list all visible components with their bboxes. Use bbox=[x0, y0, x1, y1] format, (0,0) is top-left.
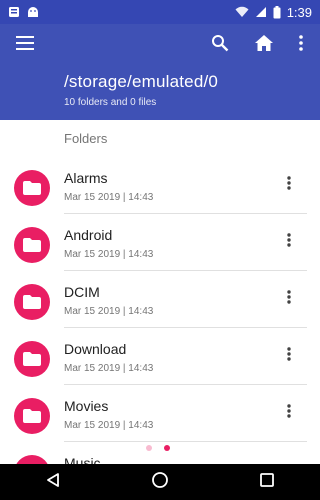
row-more-button[interactable] bbox=[278, 174, 300, 196]
folder-row[interactable]: Download Mar 15 2019 | 14:43 bbox=[0, 328, 320, 385]
folder-row[interactable]: Alarms Mar 15 2019 | 14:43 bbox=[0, 157, 320, 214]
folder-icon bbox=[14, 398, 50, 434]
section-header-folders: Folders bbox=[64, 131, 108, 146]
row-more-button[interactable] bbox=[278, 402, 300, 424]
folder-date: Mar 15 2019 | 14:43 bbox=[64, 420, 154, 431]
more-vert-icon bbox=[287, 232, 291, 252]
system-nav-bar bbox=[0, 464, 320, 500]
overflow-menu-button[interactable] bbox=[286, 30, 316, 60]
folder-name: Alarms bbox=[64, 170, 108, 186]
row-more-button[interactable] bbox=[278, 345, 300, 367]
status-left bbox=[8, 6, 40, 18]
search-button[interactable] bbox=[205, 30, 235, 60]
row-more-button[interactable] bbox=[278, 288, 300, 310]
wifi-icon bbox=[235, 6, 249, 18]
back-icon bbox=[45, 472, 61, 493]
notification-icon bbox=[8, 6, 20, 18]
folder-name: Movies bbox=[64, 398, 109, 414]
more-vert-icon bbox=[287, 403, 291, 423]
folder-row[interactable]: Android Mar 15 2019 | 14:43 bbox=[0, 214, 320, 271]
app-bar: /storage/emulated/0 10 folders and 0 fil… bbox=[0, 24, 320, 120]
more-vert-icon bbox=[299, 34, 303, 56]
folder-name: Download bbox=[64, 341, 127, 357]
folder-date: Mar 15 2019 | 14:43 bbox=[64, 363, 154, 374]
back-button[interactable] bbox=[33, 464, 73, 500]
page-dot-inactive[interactable] bbox=[146, 445, 152, 451]
more-vert-icon bbox=[287, 346, 291, 366]
page-dot-active[interactable] bbox=[164, 445, 170, 451]
status-bar: 1:39 bbox=[0, 0, 320, 24]
status-time: 1:39 bbox=[286, 4, 312, 20]
folder-icon bbox=[14, 341, 50, 377]
folder-date: Mar 15 2019 | 14:43 bbox=[64, 192, 154, 203]
home-nav-button[interactable] bbox=[140, 464, 180, 500]
home-circle-icon bbox=[151, 471, 169, 494]
search-icon bbox=[211, 34, 229, 57]
signal-icon bbox=[255, 6, 267, 18]
android-icon bbox=[26, 6, 40, 18]
folder-row[interactable]: Movies Mar 15 2019 | 14:43 bbox=[0, 385, 320, 442]
battery-icon bbox=[273, 5, 281, 19]
folder-date: Mar 15 2019 | 14:43 bbox=[64, 249, 154, 260]
home-icon bbox=[255, 34, 273, 56]
folder-name: Android bbox=[64, 227, 113, 243]
folder-date: Mar 15 2019 | 14:43 bbox=[64, 306, 154, 317]
more-vert-icon bbox=[287, 289, 291, 309]
folder-summary: 10 folders and 0 files bbox=[64, 97, 157, 108]
recents-icon bbox=[259, 472, 275, 493]
menu-icon bbox=[16, 35, 34, 55]
menu-button[interactable] bbox=[10, 30, 40, 60]
recents-button[interactable] bbox=[247, 464, 287, 500]
status-right: 1:39 bbox=[235, 5, 312, 20]
folder-icon bbox=[14, 170, 50, 206]
more-vert-icon bbox=[287, 175, 291, 195]
home-button[interactable] bbox=[249, 30, 279, 60]
page-indicator bbox=[146, 445, 170, 451]
folder-row[interactable]: DCIM Mar 15 2019 | 14:43 bbox=[0, 271, 320, 328]
folder-name: DCIM bbox=[64, 284, 100, 300]
row-more-button[interactable] bbox=[278, 231, 300, 253]
current-path: /storage/emulated/0 bbox=[64, 72, 219, 91]
folder-icon bbox=[14, 227, 50, 263]
folder-icon bbox=[14, 284, 50, 320]
